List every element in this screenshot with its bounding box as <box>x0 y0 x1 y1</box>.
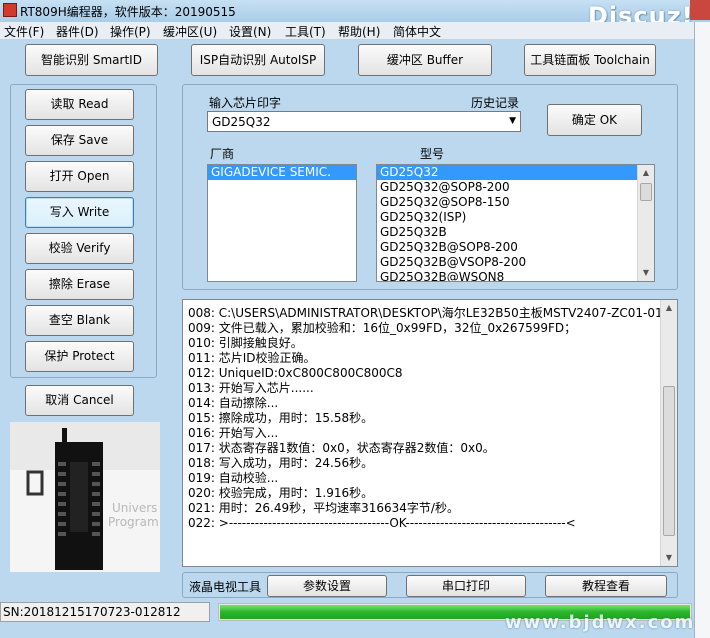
log-line: 016: 开始写入... <box>188 426 279 440</box>
log-line: 017: 状态寄存器1数值：0x0，状态寄存器2数值：0x0。 <box>188 441 495 455</box>
autoisp-button[interactable]: ISP自动识别 AutoISP <box>191 44 325 76</box>
site-watermark: www.bjdwx.com <box>505 612 696 633</box>
log-line: 021: 用时：26.49秒，平均速率316634字节/秒。 <box>188 501 459 515</box>
list-item[interactable]: GD25Q32 <box>377 165 654 180</box>
model-label: 型号 <box>420 147 445 161</box>
menu-operation[interactable]: 操作(P) <box>110 23 151 40</box>
erase-button[interactable]: 擦除 Erase <box>25 269 134 300</box>
history-label: 历史记录 <box>471 96 520 110</box>
chip-input-label: 输入芯片印字 <box>209 96 282 110</box>
log-line: 009: 文件已载入，累加校验和：16位_0x99FD，32位_0x267599… <box>188 321 577 335</box>
params-button[interactable]: 参数设置 <box>267 575 387 597</box>
list-item[interactable]: GD25Q32@SOP8-200 <box>377 180 654 195</box>
model-list-scrollbar[interactable]: ▲ ▼ <box>637 165 654 281</box>
socket-brand-line2: Program <box>108 515 159 529</box>
list-item[interactable]: GD25Q32B <box>377 225 654 240</box>
menu-help[interactable]: 帮助(H) <box>338 23 380 40</box>
list-item[interactable]: GD25Q32B@WSON8 <box>377 270 654 281</box>
menu-file[interactable]: 文件(F) <box>4 23 44 40</box>
verify-button[interactable]: 校验 Verify <box>25 233 134 264</box>
menu-bar: 文件(F) 器件(D) 操作(P) 缓冲区(U) 设置(N) 工具(T) 帮助(… <box>0 22 694 40</box>
log-line: 010: 引脚接触良好。 <box>188 336 303 350</box>
ok-button[interactable]: 确定 OK <box>547 104 642 136</box>
log-line: 019: 自动校验... <box>188 471 279 485</box>
read-button[interactable]: 读取 Read <box>25 89 134 120</box>
scroll-thumb[interactable] <box>640 183 652 201</box>
log-line: 022: >----------------------------------… <box>188 516 576 530</box>
log-line: 011: 芯片ID校验正确。 <box>188 351 316 365</box>
write-button[interactable]: 写入 Write <box>25 197 134 228</box>
log-line: 008: C:\USERS\ADMINISTRATOR\DESKTOP\海尔LE… <box>188 306 661 320</box>
lcd-tool-label: 液晶电视工具 <box>189 580 262 594</box>
buffer-button[interactable]: 缓冲区 Buffer <box>358 44 492 76</box>
chevron-down-icon[interactable]: ▼ <box>509 116 516 126</box>
list-item[interactable]: GD25Q32B@VSOP8-200 <box>377 255 654 270</box>
programmer-socket-image: Univers Program <box>10 422 160 572</box>
blank-button[interactable]: 查空 Blank <box>25 305 134 336</box>
vendor-label: 厂商 <box>210 147 235 161</box>
model-list[interactable]: GD25Q32 GD25Q32@SOP8-200 GD25Q32@SOP8-15… <box>376 164 655 282</box>
log-line: 013: 开始写入芯片...... <box>188 381 314 395</box>
socket-illustration: Univers Program <box>10 422 160 572</box>
tutorial-button[interactable]: 教程查看 <box>545 575 667 597</box>
scroll-down-icon[interactable]: ▼ <box>638 265 654 281</box>
menu-buffer[interactable]: 缓冲区(U) <box>163 23 217 40</box>
chip-combo[interactable]: GD25Q32 ▼ <box>207 111 521 132</box>
list-item[interactable]: GD25Q32B@SOP8-200 <box>377 240 654 255</box>
menu-device[interactable]: 器件(D) <box>56 23 99 40</box>
serial-number: SN:20181215170723-012812 <box>0 602 210 622</box>
save-button[interactable]: 保存 Save <box>25 125 134 156</box>
log-lines: 008: C:\USERS\ADMINISTRATOR\DESKTOP\海尔LE… <box>183 306 661 531</box>
background-desktop-strip <box>694 22 710 638</box>
log-line: 012: UniqueID:0xC800C800C800C8 <box>188 366 403 380</box>
protect-button[interactable]: 保护 Protect <box>25 341 134 372</box>
socket-brand-line1: Univers <box>112 501 157 515</box>
list-item[interactable]: GD25Q32@SOP8-150 <box>377 195 654 210</box>
title-bar: RT809H编程器，软件版本：20190515 Discuz! <box>0 0 710 30</box>
scroll-up-icon[interactable]: ▲ <box>661 300 677 316</box>
log-scrollbar[interactable]: ▲ ▼ <box>660 300 677 566</box>
menu-settings[interactable]: 设置(N) <box>229 23 271 40</box>
smartid-button[interactable]: 智能识别 SmartID <box>25 44 158 76</box>
open-button[interactable]: 打开 Open <box>25 161 134 192</box>
app-icon <box>3 3 17 17</box>
close-button[interactable] <box>690 0 710 20</box>
log-line: 014: 自动擦除... <box>188 396 279 410</box>
list-item[interactable]: GIGADEVICE SEMIC. <box>208 165 356 180</box>
window-title: RT809H编程器，软件版本：20190515 <box>20 5 236 19</box>
chip-combo-value: GD25Q32 <box>212 115 271 129</box>
log-line: 015: 擦除成功，用时：15.58秒。 <box>188 411 374 425</box>
log-line: 020: 校验完成，用时：1.916秒。 <box>188 486 374 500</box>
cancel-button[interactable]: 取消 Cancel <box>25 385 134 416</box>
menu-language[interactable]: 简体中文 <box>393 23 441 40</box>
scroll-thumb[interactable] <box>663 386 675 536</box>
log-output[interactable]: 008: C:\USERS\ADMINISTRATOR\DESKTOP\海尔LE… <box>182 299 678 567</box>
log-line: 018: 写入成功，用时：24.56秒。 <box>188 456 374 470</box>
serial-print-button[interactable]: 串口打印 <box>406 575 526 597</box>
toolchain-button[interactable]: 工具链面板 Toolchain <box>524 44 656 76</box>
list-item[interactable]: GD25Q32(ISP) <box>377 210 654 225</box>
scroll-up-icon[interactable]: ▲ <box>638 165 654 181</box>
menu-tools[interactable]: 工具(T) <box>285 23 326 40</box>
scroll-down-icon[interactable]: ▼ <box>661 550 677 566</box>
vendor-list[interactable]: GIGADEVICE SEMIC. <box>207 164 357 282</box>
